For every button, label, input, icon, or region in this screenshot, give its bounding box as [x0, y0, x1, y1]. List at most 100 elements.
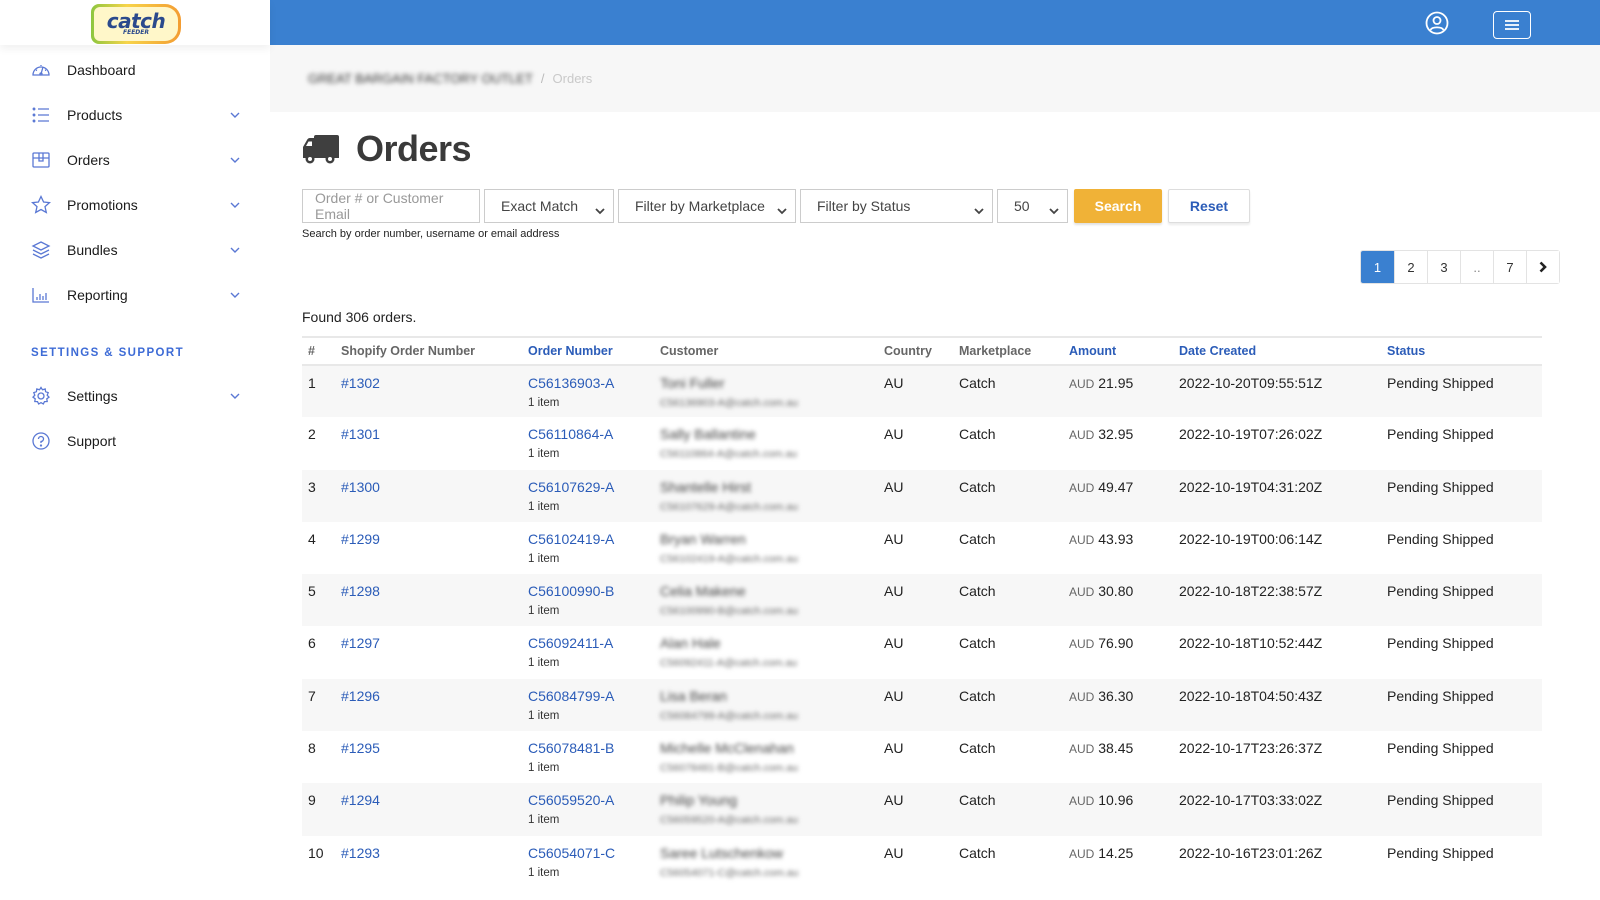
per-page-select[interactable]: 50: [997, 189, 1068, 223]
header-col-amount[interactable]: Amount: [1063, 337, 1173, 365]
customer-cell: Bryan WarrenC56102419-A@catch.com.au: [654, 522, 878, 574]
marketplace-cell: Catch: [953, 679, 1063, 731]
page-button-1[interactable]: 1: [1361, 251, 1394, 283]
sidebar-item-promotions[interactable]: Promotions: [0, 182, 270, 227]
top-navbar: [270, 0, 1600, 45]
table-row: 3#1300C56107629-A1 itemShantelle HirstC5…: [302, 470, 1542, 522]
sidebar-item-dashboard[interactable]: Dashboard: [0, 47, 270, 92]
header-col-order-number[interactable]: Order Number: [522, 337, 654, 365]
catch-feeder-logo[interactable]: catch FEEDER: [87, 2, 183, 44]
status-cell: Pending Shipped: [1381, 836, 1542, 888]
shopify-order-link[interactable]: #1302: [341, 375, 380, 391]
marketplace-cell: Catch: [953, 731, 1063, 783]
order-number-link[interactable]: C56054071-C: [528, 845, 615, 861]
shopify-order-link[interactable]: #1294: [341, 792, 380, 808]
order-number-link[interactable]: C56136903-A: [528, 375, 614, 391]
country-cell: AU: [878, 679, 953, 731]
reset-button[interactable]: Reset: [1168, 189, 1250, 223]
sidebar-item-support[interactable]: Support: [0, 418, 270, 463]
order-number-cell: C56100990-B1 item: [522, 574, 654, 626]
header-col-status[interactable]: Status: [1381, 337, 1542, 365]
box-icon: [31, 150, 51, 170]
chevron-down-icon[interactable]: [230, 155, 240, 165]
amount-cell: AUD 10.96: [1063, 783, 1173, 835]
shopify-order-link[interactable]: #1297: [341, 635, 380, 651]
customer-email: C56054071-C@catch.com.au: [660, 867, 878, 879]
logo-area: catch FEEDER: [0, 0, 270, 45]
order-number-link[interactable]: C56107629-A: [528, 479, 614, 495]
customer-cell: Celia MakeneC56100990-B@catch.com.au: [654, 574, 878, 626]
shopify-order-link[interactable]: #1300: [341, 479, 380, 495]
order-search-input[interactable]: Order # or Customer Email: [302, 189, 480, 223]
customer-name: Alan Hale: [660, 635, 878, 651]
row-index: 3: [302, 470, 335, 522]
breadcrumb-store-link[interactable]: GREAT BARGAIN FACTORY OUTLET: [308, 71, 533, 86]
row-index: 7: [302, 679, 335, 731]
status-cell: Pending Shipped: [1381, 574, 1542, 626]
header-col-shopify-order-number: Shopify Order Number: [335, 337, 522, 365]
customer-email: C56110864-A@catch.com.au: [660, 448, 878, 460]
match-mode-select[interactable]: Exact Match: [484, 189, 614, 223]
order-number-link[interactable]: C56084799-A: [528, 688, 614, 704]
chevron-down-icon: [974, 202, 984, 210]
page-button-2[interactable]: 2: [1394, 251, 1427, 283]
user-account-button[interactable]: [1425, 11, 1449, 35]
item-count: 1 item: [528, 710, 654, 722]
page-button-3[interactable]: 3: [1427, 251, 1460, 283]
sidebar-item-products[interactable]: Products: [0, 92, 270, 137]
country-cell: AU: [878, 731, 953, 783]
country-cell: AU: [878, 365, 953, 417]
shopify-order-link[interactable]: #1295: [341, 740, 380, 756]
sidebar-item-reporting[interactable]: Reporting: [0, 272, 270, 317]
main-content: Orders Order # or Customer Email Exact M…: [302, 112, 1572, 240]
hamburger-icon: [1504, 19, 1520, 31]
marketplace-cell: Catch: [953, 574, 1063, 626]
chevron-down-icon[interactable]: [230, 110, 240, 120]
order-number-link[interactable]: C56100990-B: [528, 583, 614, 599]
customer-cell: Sally BallantineC56110864-A@catch.com.au: [654, 417, 878, 469]
chevron-down-icon[interactable]: [230, 290, 240, 300]
table-row: 4#1299C56102419-A1 itemBryan WarrenC5610…: [302, 522, 1542, 574]
shopify-order-cell: #1294: [335, 783, 522, 835]
shopify-order-cell: #1298: [335, 574, 522, 626]
table-row: 5#1298C56100990-B1 itemCelia MakeneC5610…: [302, 574, 1542, 626]
marketplace-filter-select[interactable]: Filter by Marketplace: [618, 189, 796, 223]
chevron-down-icon[interactable]: [230, 245, 240, 255]
header-col-date-created[interactable]: Date Created: [1173, 337, 1381, 365]
order-number-link[interactable]: C56110864-A: [528, 426, 613, 442]
page-button-7[interactable]: 7: [1493, 251, 1526, 283]
shopify-order-cell: #1299: [335, 522, 522, 574]
marketplace-cell: Catch: [953, 836, 1063, 888]
next-page-button[interactable]: [1526, 251, 1559, 283]
order-number-link[interactable]: C56102419-A: [528, 531, 614, 547]
shopify-order-link[interactable]: #1299: [341, 531, 380, 547]
currency-code: AUD: [1069, 794, 1094, 808]
search-button[interactable]: Search: [1074, 189, 1162, 223]
orders-table-body: 1#1302C56136903-A1 itemToni FullerC56136…: [302, 365, 1542, 888]
shopify-order-link[interactable]: #1296: [341, 688, 380, 704]
amount-cell: AUD 76.90: [1063, 626, 1173, 678]
amount-value: 49.47: [1098, 479, 1133, 495]
order-number-link[interactable]: C56059520-A: [528, 792, 614, 808]
date-created-cell: 2022-10-19T00:06:14Z: [1173, 522, 1381, 574]
sidebar-item-settings[interactable]: Settings: [0, 373, 270, 418]
table-row: 2#1301C56110864-A1 itemSally BallantineC…: [302, 417, 1542, 469]
sidebar-item-label: Support: [67, 433, 240, 449]
marketplace-cell: Catch: [953, 783, 1063, 835]
chevron-down-icon[interactable]: [230, 391, 240, 401]
section-heading-settings-support: SETTINGS & SUPPORT: [0, 347, 270, 359]
chevron-down-icon[interactable]: [230, 200, 240, 210]
sidebar-item-bundles[interactable]: Bundles: [0, 227, 270, 272]
order-number-link[interactable]: C56092411-A: [528, 635, 613, 651]
sidebar-item-orders[interactable]: Orders: [0, 137, 270, 182]
shopify-order-link[interactable]: #1301: [341, 426, 380, 442]
shopify-order-link[interactable]: #1298: [341, 583, 380, 599]
customer-email: C56102419-A@catch.com.au: [660, 553, 878, 565]
order-number-link[interactable]: C56078481-B: [528, 740, 614, 756]
status-filter-select[interactable]: Filter by Status: [800, 189, 993, 223]
page-title-text: Orders: [356, 128, 471, 170]
menu-toggle-button[interactable]: [1493, 11, 1531, 39]
user-circle-icon: [1425, 11, 1449, 35]
layers-icon: [31, 240, 51, 260]
shopify-order-link[interactable]: #1293: [341, 845, 380, 861]
